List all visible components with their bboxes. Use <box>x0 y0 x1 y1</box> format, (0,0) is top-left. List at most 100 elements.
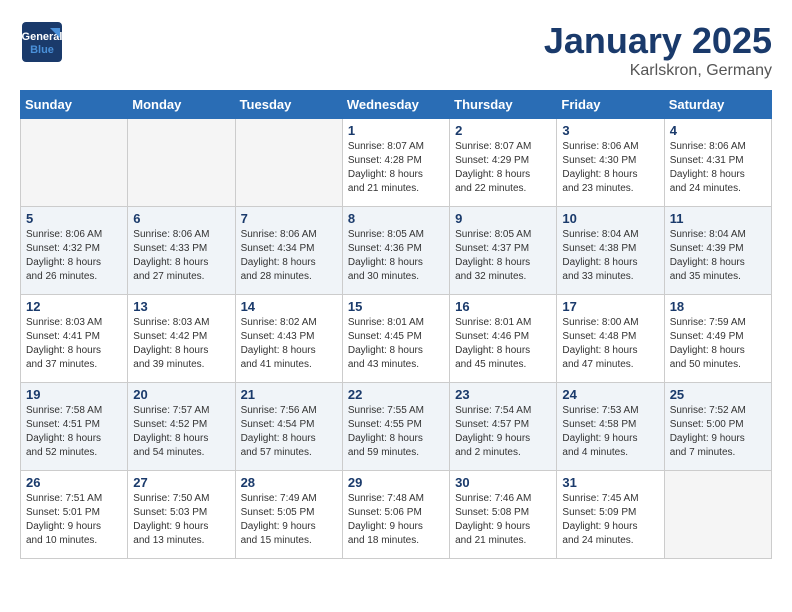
table-row <box>664 471 771 559</box>
table-row: 19 Sunrise: 7:58 AM Sunset: 4:51 PM Dayli… <box>21 383 128 471</box>
col-tuesday: Tuesday <box>235 91 342 119</box>
day-info: Sunrise: 7:59 AM Sunset: 4:49 PM Dayligh… <box>670 316 766 372</box>
table-row: 29 Sunrise: 7:48 AM Sunset: 5:06 PM Dayli… <box>342 471 449 559</box>
day-number: 20 <box>133 387 229 402</box>
table-row: 21 Sunrise: 7:56 AM Sunset: 4:54 PM Dayli… <box>235 383 342 471</box>
col-wednesday: Wednesday <box>342 91 449 119</box>
table-row: 25Sunrise: 7:52 AM Sunset: 5:00 PM Dayli… <box>664 383 771 471</box>
day-number: 3 <box>562 123 658 138</box>
day-info: Sunrise: 8:04 AM Sunset: 4:38 PM Dayligh… <box>562 228 658 284</box>
table-row: 17Sunrise: 8:00 AM Sunset: 4:48 PM Dayli… <box>557 295 664 383</box>
day-info: Sunrise: 7:49 AM Sunset: 5:05 PM Dayligh… <box>241 492 337 548</box>
table-row: 28 Sunrise: 7:49 AM Sunset: 5:05 PM Dayli… <box>235 471 342 559</box>
table-row: 18 Sunrise: 7:59 AM Sunset: 4:49 PM Dayli… <box>664 295 771 383</box>
day-number: 19 <box>26 387 122 402</box>
day-info: Sunrise: 8:06 AM Sunset: 4:32 PM Dayligh… <box>26 228 122 284</box>
day-number: 28 <box>241 475 337 490</box>
day-number: 1 <box>348 123 444 138</box>
table-row: 24 Sunrise: 7:53 AM Sunset: 4:58 PM Dayli… <box>557 383 664 471</box>
svg-text:Blue: Blue <box>30 44 54 56</box>
col-sunday: Sunday <box>21 91 128 119</box>
calendar-title: January 2025 <box>544 20 772 62</box>
table-row: 14 Sunrise: 8:02 AM Sunset: 4:43 PM Dayli… <box>235 295 342 383</box>
day-info: Sunrise: 8:01 AM Sunset: 4:45 PM Dayligh… <box>348 316 444 372</box>
day-info: Sunrise: 7:45 AM Sunset: 5:09 PM Dayligh… <box>562 492 658 548</box>
col-friday: Friday <box>557 91 664 119</box>
day-number: 9 <box>455 211 551 226</box>
calendar-week-row: 26Sunrise: 7:51 AM Sunset: 5:01 PM Dayli… <box>21 471 772 559</box>
day-number: 21 <box>241 387 337 402</box>
day-number: 6 <box>133 211 229 226</box>
day-info: Sunrise: 7:48 AM Sunset: 5:06 PM Dayligh… <box>348 492 444 548</box>
day-number: 14 <box>241 299 337 314</box>
table-row: 27Sunrise: 7:50 AM Sunset: 5:03 PM Dayli… <box>128 471 235 559</box>
calendar-table: Sunday Monday Tuesday Wednesday Thursday… <box>20 90 772 559</box>
day-info: Sunrise: 7:55 AM Sunset: 4:55 PM Dayligh… <box>348 404 444 460</box>
table-row: 9Sunrise: 8:05 AM Sunset: 4:37 PM Daylig… <box>450 207 557 295</box>
col-saturday: Saturday <box>664 91 771 119</box>
day-number: 30 <box>455 475 551 490</box>
table-row: 26Sunrise: 7:51 AM Sunset: 5:01 PM Dayli… <box>21 471 128 559</box>
day-number: 12 <box>26 299 122 314</box>
day-info: Sunrise: 7:56 AM Sunset: 4:54 PM Dayligh… <box>241 404 337 460</box>
table-row: 23Sunrise: 7:54 AM Sunset: 4:57 PM Dayli… <box>450 383 557 471</box>
table-row: 15 Sunrise: 8:01 AM Sunset: 4:45 PM Dayli… <box>342 295 449 383</box>
calendar-week-row: 5Sunrise: 8:06 AM Sunset: 4:32 PM Daylig… <box>21 207 772 295</box>
day-info: Sunrise: 7:58 AM Sunset: 4:51 PM Dayligh… <box>26 404 122 460</box>
day-info: Sunrise: 8:01 AM Sunset: 4:46 PM Dayligh… <box>455 316 551 372</box>
day-number: 23 <box>455 387 551 402</box>
day-info: Sunrise: 8:02 AM Sunset: 4:43 PM Dayligh… <box>241 316 337 372</box>
table-row: 4 Sunrise: 8:06 AM Sunset: 4:31 PM Daylig… <box>664 119 771 207</box>
day-number: 18 <box>670 299 766 314</box>
day-number: 26 <box>26 475 122 490</box>
day-number: 10 <box>562 211 658 226</box>
table-row <box>128 119 235 207</box>
day-number: 15 <box>348 299 444 314</box>
day-info: Sunrise: 8:05 AM Sunset: 4:36 PM Dayligh… <box>348 228 444 284</box>
calendar-header-row: Sunday Monday Tuesday Wednesday Thursday… <box>21 91 772 119</box>
table-row: 2Sunrise: 8:07 AM Sunset: 4:29 PM Daylig… <box>450 119 557 207</box>
col-monday: Monday <box>128 91 235 119</box>
day-info: Sunrise: 8:04 AM Sunset: 4:39 PM Dayligh… <box>670 228 766 284</box>
day-info: Sunrise: 8:06 AM Sunset: 4:31 PM Dayligh… <box>670 140 766 196</box>
table-row <box>21 119 128 207</box>
day-info: Sunrise: 8:06 AM Sunset: 4:33 PM Dayligh… <box>133 228 229 284</box>
calendar-week-row: 12Sunrise: 8:03 AM Sunset: 4:41 PM Dayli… <box>21 295 772 383</box>
table-row: 1 Sunrise: 8:07 AM Sunset: 4:28 PM Daylig… <box>342 119 449 207</box>
table-row: 13Sunrise: 8:03 AM Sunset: 4:42 PM Dayli… <box>128 295 235 383</box>
day-info: Sunrise: 8:06 AM Sunset: 4:30 PM Dayligh… <box>562 140 658 196</box>
table-row: 3 Sunrise: 8:06 AM Sunset: 4:30 PM Daylig… <box>557 119 664 207</box>
day-info: Sunrise: 8:07 AM Sunset: 4:28 PM Dayligh… <box>348 140 444 196</box>
day-number: 17 <box>562 299 658 314</box>
day-number: 2 <box>455 123 551 138</box>
logo-icon: General Blue <box>20 20 64 64</box>
day-number: 8 <box>348 211 444 226</box>
day-number: 22 <box>348 387 444 402</box>
table-row: 31 Sunrise: 7:45 AM Sunset: 5:09 PM Dayli… <box>557 471 664 559</box>
title-area: January 2025 Karlskron, Germany <box>544 20 772 80</box>
calendar-week-row: 1 Sunrise: 8:07 AM Sunset: 4:28 PM Daylig… <box>21 119 772 207</box>
table-row <box>235 119 342 207</box>
table-row: 12Sunrise: 8:03 AM Sunset: 4:41 PM Dayli… <box>21 295 128 383</box>
table-row: 7Sunrise: 8:06 AM Sunset: 4:34 PM Daylig… <box>235 207 342 295</box>
day-number: 31 <box>562 475 658 490</box>
calendar-week-row: 19 Sunrise: 7:58 AM Sunset: 4:51 PM Dayli… <box>21 383 772 471</box>
day-number: 11 <box>670 211 766 226</box>
day-number: 29 <box>348 475 444 490</box>
logo: General Blue <box>20 20 64 64</box>
day-info: Sunrise: 7:53 AM Sunset: 4:58 PM Dayligh… <box>562 404 658 460</box>
table-row: 10 Sunrise: 8:04 AM Sunset: 4:38 PM Dayli… <box>557 207 664 295</box>
day-info: Sunrise: 7:46 AM Sunset: 5:08 PM Dayligh… <box>455 492 551 548</box>
day-number: 13 <box>133 299 229 314</box>
table-row: 11 Sunrise: 8:04 AM Sunset: 4:39 PM Dayli… <box>664 207 771 295</box>
table-row: 6 Sunrise: 8:06 AM Sunset: 4:33 PM Daylig… <box>128 207 235 295</box>
table-row: 30 Sunrise: 7:46 AM Sunset: 5:08 PM Dayli… <box>450 471 557 559</box>
day-number: 4 <box>670 123 766 138</box>
page-header: General Blue January 2025 Karlskron, Ger… <box>20 20 772 80</box>
day-info: Sunrise: 7:50 AM Sunset: 5:03 PM Dayligh… <box>133 492 229 548</box>
calendar-subtitle: Karlskron, Germany <box>544 62 772 80</box>
table-row: 20Sunrise: 7:57 AM Sunset: 4:52 PM Dayli… <box>128 383 235 471</box>
calendar-body: 1 Sunrise: 8:07 AM Sunset: 4:28 PM Daylig… <box>21 119 772 559</box>
day-number: 16 <box>455 299 551 314</box>
day-number: 24 <box>562 387 658 402</box>
